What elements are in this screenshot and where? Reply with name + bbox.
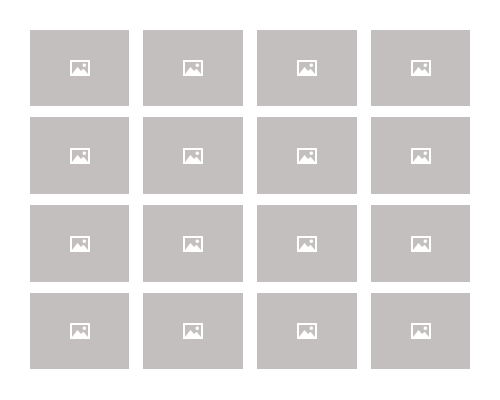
image-tile[interactable] [30, 205, 129, 282]
image-placeholder-icon [183, 147, 203, 164]
image-gallery-grid [30, 30, 470, 370]
image-tile[interactable] [257, 117, 357, 194]
gallery-canvas [0, 0, 500, 400]
image-placeholder-icon [183, 323, 203, 339]
image-placeholder-icon [69, 323, 90, 339]
image-placeholder-icon [297, 147, 317, 164]
image-tile[interactable] [371, 293, 470, 369]
image-tile[interactable] [30, 293, 129, 369]
image-placeholder-icon [69, 60, 90, 76]
image-placeholder-icon [69, 235, 90, 252]
image-placeholder-icon [410, 235, 431, 252]
image-tile[interactable] [257, 205, 357, 282]
image-tile[interactable] [371, 117, 470, 194]
image-tile[interactable] [371, 30, 470, 106]
image-placeholder-icon [183, 60, 203, 76]
image-tile[interactable] [143, 30, 243, 106]
image-placeholder-icon [297, 60, 317, 76]
image-tile[interactable] [257, 293, 357, 369]
image-placeholder-icon [410, 323, 431, 339]
image-placeholder-icon [183, 235, 203, 252]
image-placeholder-icon [69, 147, 90, 164]
image-tile[interactable] [143, 293, 243, 369]
image-placeholder-icon [297, 323, 317, 339]
image-tile[interactable] [257, 30, 357, 106]
image-tile[interactable] [143, 205, 243, 282]
image-tile[interactable] [143, 117, 243, 194]
image-placeholder-icon [297, 235, 317, 252]
image-tile[interactable] [30, 117, 129, 194]
image-tile[interactable] [371, 205, 470, 282]
image-placeholder-icon [410, 60, 431, 76]
image-tile[interactable] [30, 30, 129, 106]
image-placeholder-icon [410, 147, 431, 164]
